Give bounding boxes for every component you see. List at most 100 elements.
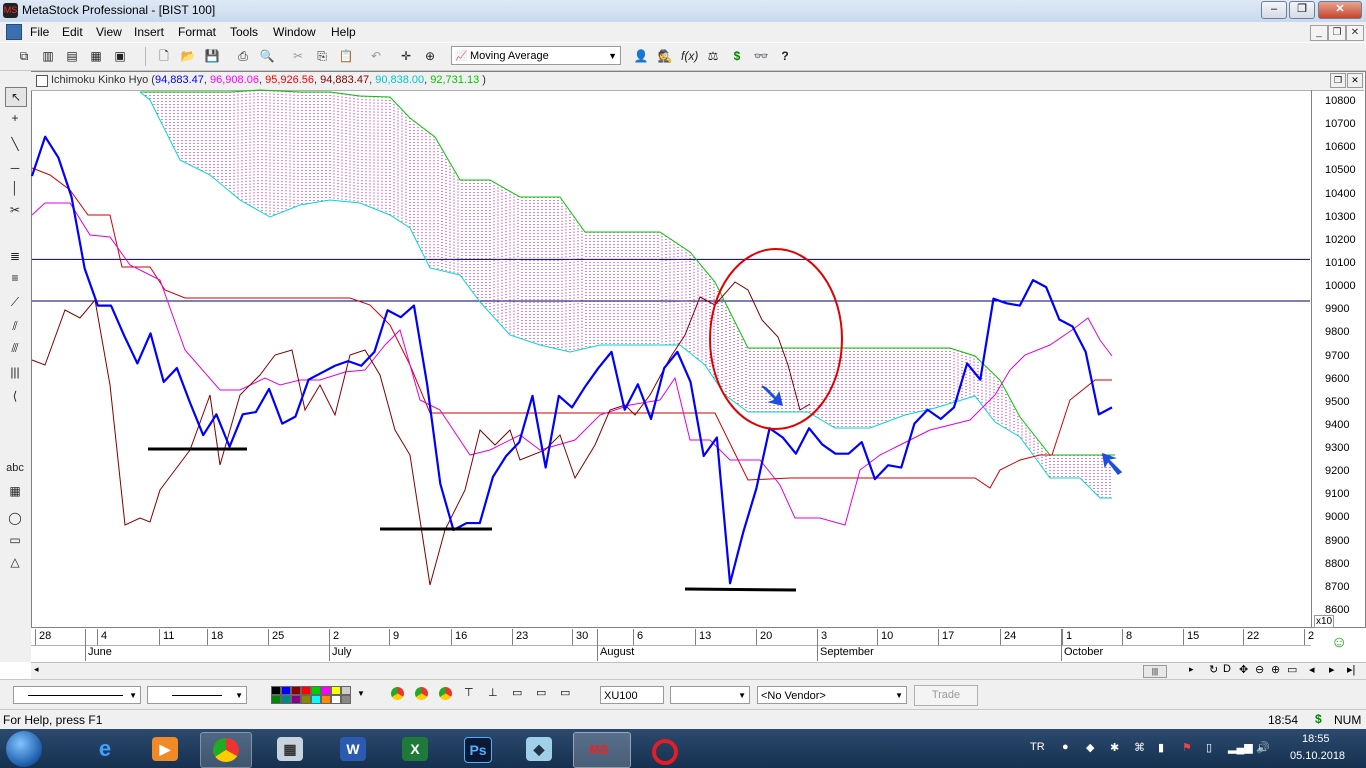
expand-icon[interactable]: ✥ [1239, 663, 1248, 676]
scroll-thumb[interactable]: ||| [1143, 665, 1167, 678]
scroll-left-icon[interactable]: ◂ [34, 664, 39, 675]
x-tick-label: 13 [699, 630, 712, 642]
status-currency: $ [1315, 712, 1322, 726]
period-d-icon[interactable]: D [1223, 663, 1231, 675]
clock-time[interactable]: 18:55 [1302, 733, 1330, 745]
x-tick-label: 22 [1247, 630, 1260, 642]
x-tick-label: 30 [576, 630, 589, 642]
tray-flag-icon[interactable]: ⚑ [1182, 741, 1192, 754]
color-swatch[interactable] [321, 686, 331, 695]
color-swatch[interactable] [281, 686, 291, 695]
color-swatch[interactable] [311, 695, 321, 704]
chrome-icon[interactable] [415, 687, 428, 700]
trade-button[interactable]: Trade [914, 685, 978, 706]
x-tick-label: 23 [516, 630, 529, 642]
tray-usb-icon[interactable]: ⌘ [1134, 741, 1145, 754]
align-bottom-icon[interactable]: ⊥ [488, 686, 498, 699]
y-tick-label: 10700 [1325, 118, 1356, 131]
x-tick-mark [97, 629, 98, 645]
color-swatch[interactable] [321, 695, 331, 704]
refresh-icon[interactable]: ↻ [1209, 663, 1218, 676]
scroll-right-icon[interactable]: ▸ [1189, 664, 1194, 675]
color-swatch[interactable] [301, 686, 311, 695]
x-tick-label: 28 [39, 630, 52, 642]
multiplier-label: x10 [1314, 615, 1335, 628]
x-tick-mark [512, 629, 513, 645]
trade-label: Trade [931, 689, 961, 701]
symbol-field[interactable]: XU100 [600, 686, 664, 704]
y-tick-label: 10200 [1325, 233, 1356, 246]
y-tick-label: 9000 [1325, 511, 1350, 524]
color-swatch[interactable] [331, 686, 341, 695]
taskbar-ie[interactable]: e [80, 732, 130, 766]
tray-chrome-icon[interactable]: ● [1062, 741, 1069, 753]
chart-minimize-icon[interactable]: ▭ [1287, 663, 1297, 676]
taskbar-opera[interactable] [638, 732, 688, 766]
taskbar-excel[interactable]: X [390, 732, 440, 766]
tray-bluetooth-icon[interactable]: ✱ [1110, 741, 1119, 754]
x-tick-label: 10 [881, 630, 894, 642]
x-tick-mark [268, 629, 269, 645]
color-swatch[interactable] [281, 695, 291, 704]
line-style-dropdown[interactable]: ▼ [13, 686, 141, 704]
color-swatch[interactable] [331, 695, 341, 704]
chikou-span-line [31, 281, 811, 586]
tray-network-icon[interactable]: ▮ [1158, 741, 1164, 754]
start-button[interactable] [6, 731, 42, 767]
chrome-icon[interactable] [439, 687, 452, 700]
x-tick-mark [756, 629, 757, 645]
color-swatch[interactable] [301, 695, 311, 704]
x-tick-label: 1 [1066, 630, 1073, 642]
vendor-dropdown[interactable]: <No Vendor> ▼ [757, 686, 907, 704]
taskbar-calculator[interactable]: ▦ [265, 732, 315, 766]
senkou-span-b-line [140, 89, 1115, 456]
tray-volume-icon[interactable]: 🔊 [1256, 741, 1270, 754]
color-palette[interactable]: ▼ [271, 685, 365, 705]
tray-battery-icon[interactable]: ▯ [1206, 741, 1212, 754]
tray-dropbox-icon[interactable]: ◆ [1086, 741, 1094, 754]
y-tick-label: 9200 [1325, 465, 1350, 478]
chart-scrollbar[interactable]: ◂ ||| ▸ ↻ D ✥ ⊖ ⊕ ▭ ◂ ▸ ▸| [31, 662, 1366, 679]
x-tick-label: 2 [333, 630, 340, 642]
color-swatch[interactable] [271, 695, 281, 704]
x-tick-mark [1183, 629, 1184, 645]
color-swatch[interactable] [271, 686, 281, 695]
color-swatch[interactable] [291, 686, 301, 695]
align-top-icon[interactable]: ⊤ [464, 686, 474, 699]
next-chart-icon[interactable]: ▸ [1329, 663, 1335, 676]
color-swatch[interactable] [341, 686, 351, 695]
zoom-in-icon[interactable]: ⊕ [1271, 663, 1280, 676]
zoom-out-icon[interactable]: ⊖ [1255, 663, 1264, 676]
last-chart-icon[interactable]: ▸| [1347, 663, 1355, 676]
taskbar-photoshop[interactable]: Ps [452, 732, 502, 766]
taskbar-chrome[interactable] [200, 732, 252, 768]
y-tick-label: 10800 [1325, 95, 1356, 107]
color-swatch[interactable] [311, 686, 321, 695]
x-tick-mark [633, 629, 634, 645]
prev-chart-icon[interactable]: ◂ [1309, 663, 1315, 676]
month-divider [329, 629, 330, 661]
taskbar-notes[interactable]: ◆ [514, 732, 564, 766]
tray-signal-icon[interactable]: ▂▄▆ [1228, 741, 1253, 754]
taskbar-word[interactable]: W [328, 732, 378, 766]
layer-front-icon[interactable]: ▭ [512, 686, 522, 699]
layer-back-icon[interactable]: ▭ [560, 686, 570, 699]
color-swatch[interactable] [291, 695, 301, 704]
y-tick-label: 9600 [1325, 372, 1350, 385]
clock-date[interactable]: 05.10.2018 [1290, 750, 1345, 762]
taskbar-metastock[interactable]: MS [573, 732, 631, 768]
x-tick-mark [938, 629, 939, 645]
chrome-icon[interactable] [391, 687, 404, 700]
period-dropdown[interactable]: ▼ [670, 686, 750, 704]
line-width-dropdown[interactable]: ▼ [147, 686, 247, 704]
x-tick-label: 11 [163, 630, 175, 642]
y-tick-label: 9900 [1325, 303, 1350, 316]
layer-middle-icon[interactable]: ▭ [536, 686, 546, 699]
smiley-icon[interactable]: ☺ [1331, 634, 1347, 652]
y-tick-label: 9100 [1325, 488, 1350, 501]
taskbar-media[interactable]: ▶ [140, 732, 190, 766]
language-indicator[interactable]: TR [1030, 741, 1045, 753]
month-label: September [820, 646, 874, 658]
x-tick-mark [1062, 629, 1063, 645]
color-swatch[interactable] [341, 695, 351, 704]
